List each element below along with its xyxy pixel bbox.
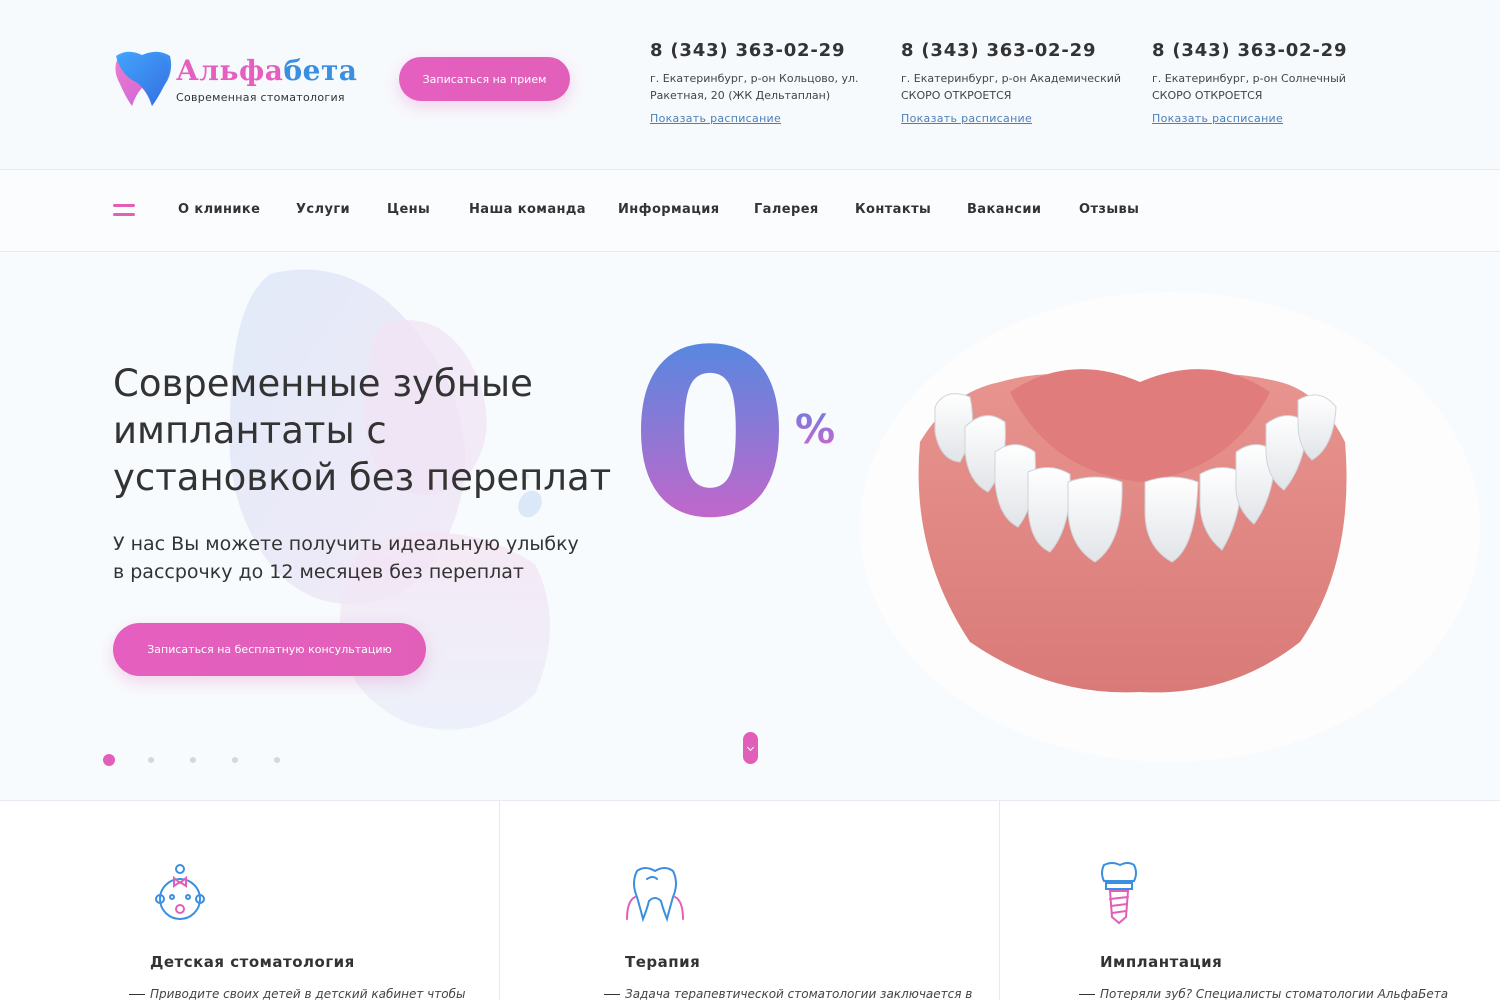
- appointment-button[interactable]: Записаться на прием: [399, 57, 570, 101]
- schedule-link[interactable]: Показать расписание: [901, 112, 1032, 125]
- phone-number[interactable]: 8 (343) 363-02-29: [1152, 40, 1382, 61]
- nav-item-info[interactable]: Информация: [618, 202, 720, 217]
- tooth-logo-icon: [115, 51, 172, 106]
- zero-number: 0: [630, 322, 790, 532]
- baby-icon: [155, 864, 205, 920]
- nav-item-contacts[interactable]: Контакты: [855, 202, 931, 217]
- service-card-implant[interactable]: Имплантация Потеряли зуб? Специалисты ст…: [1000, 801, 1500, 1000]
- slide-dot-1[interactable]: [103, 754, 115, 766]
- percent-sign: %: [795, 407, 836, 453]
- dental-model-image: [918, 369, 1347, 693]
- service-title: Имплантация: [1100, 953, 1223, 971]
- dash-divider: [604, 994, 620, 995]
- service-card-therapy[interactable]: Терапия Задача терапевтической стоматоло…: [500, 801, 1000, 1000]
- schedule-link[interactable]: Показать расписание: [650, 112, 781, 125]
- logo[interactable]: Альфабета Современная стоматология: [112, 50, 372, 112]
- slide-dot-4[interactable]: [232, 757, 238, 763]
- nav-item-services[interactable]: Услуги: [296, 202, 350, 217]
- scroll-down-icon[interactable]: [743, 732, 758, 764]
- hero-subtitle: У нас Вы можете получить идеальную улыбк…: [113, 533, 579, 583]
- slide-dot-2[interactable]: [148, 757, 154, 763]
- nav-item-team[interactable]: Наша команда: [469, 202, 586, 217]
- hero-slider: Современные зубные имплантаты с установк…: [0, 252, 1500, 800]
- implant-icon: [1101, 862, 1137, 925]
- schedule-link[interactable]: Показать расписание: [1152, 112, 1283, 125]
- services-section: Детская стоматология Приводите своих дет…: [0, 800, 1500, 1000]
- nav-item-reviews[interactable]: Отзывы: [1079, 202, 1139, 217]
- site-header: Альфабета Современная стоматология Запис…: [0, 0, 1500, 170]
- phone-number[interactable]: 8 (343) 363-02-29: [650, 40, 880, 61]
- nav-item-vacancies[interactable]: Вакансии: [967, 202, 1041, 217]
- address: г. Екатеринбург, р-он Кольцово, ул. Раке…: [650, 72, 859, 102]
- dash-divider: [1079, 994, 1095, 995]
- logo-tagline: Современная стоматология: [176, 91, 345, 104]
- main-nav: О клинике Услуги Цены Наша команда Инфор…: [0, 170, 1500, 252]
- service-card-kids[interactable]: Детская стоматология Приводите своих дет…: [0, 801, 500, 1000]
- nav-item-gallery[interactable]: Галерея: [754, 202, 819, 217]
- svg-text:0: 0: [630, 322, 790, 532]
- slide-dot-5[interactable]: [274, 757, 280, 763]
- nav-item-about[interactable]: О клинике: [178, 202, 260, 217]
- address: г. Екатеринбург, р-он Академический СКОР…: [901, 72, 1122, 102]
- slider-pagination: [103, 754, 303, 766]
- contact-block-koltsovo: 8 (343) 363-02-29 г. Екатеринбург, р-он …: [650, 40, 880, 126]
- nav-item-prices[interactable]: Цены: [387, 202, 430, 217]
- service-title: Детская стоматология: [150, 953, 355, 971]
- hero-title: Современные зубные имплантаты с установк…: [113, 362, 612, 499]
- service-description: Приводите своих детей в детский кабинет …: [150, 987, 466, 1000]
- contact-block-solnechny: 8 (343) 363-02-29 г. Екатеринбург, р-он …: [1152, 40, 1382, 126]
- address: г. Екатеринбург, р-он Солнечный СКОРО ОТ…: [1152, 72, 1346, 102]
- slide-dot-3[interactable]: [190, 757, 196, 763]
- service-description: Потеряли зуб? Специалисты стоматологии А…: [1100, 987, 1449, 1000]
- dash-divider: [129, 994, 145, 995]
- menu-icon[interactable]: [113, 203, 135, 217]
- service-title: Терапия: [625, 953, 701, 971]
- contact-block-akademicheskiy: 8 (343) 363-02-29 г. Екатеринбург, р-он …: [901, 40, 1131, 126]
- phone-number[interactable]: 8 (343) 363-02-29: [901, 40, 1131, 61]
- logo-name: Альфабета: [176, 54, 358, 87]
- free-consultation-button[interactable]: Записаться на бесплатную консультацию: [113, 623, 426, 676]
- tooth-icon: [626, 867, 684, 923]
- service-description: Задача терапевтической стоматологии закл…: [625, 987, 973, 1000]
